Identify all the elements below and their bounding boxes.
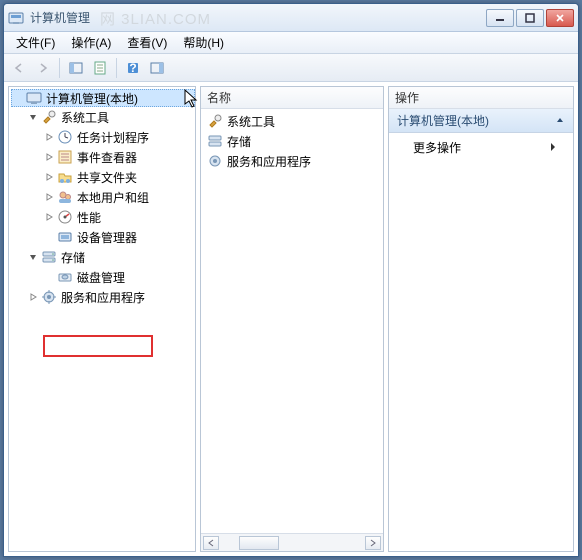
menu-file[interactable]: 文件(F)	[8, 32, 63, 53]
tree-local-users[interactable]: 本地用户和组	[43, 187, 195, 207]
collapse-icon	[555, 114, 565, 128]
scroll-right-button[interactable]	[365, 536, 381, 550]
tree-label: 设备管理器	[75, 229, 139, 246]
window-buttons	[486, 9, 574, 27]
action-body: 计算机管理(本地) 更多操作	[389, 109, 573, 551]
tree-root-label: 计算机管理(本地)	[44, 90, 140, 107]
collapse-icon[interactable]	[27, 251, 39, 263]
storage-icon	[207, 133, 223, 149]
close-button[interactable]	[546, 9, 574, 27]
expand-icon[interactable]	[43, 151, 55, 163]
tree-system-tools[interactable]: 系统工具	[27, 107, 195, 127]
folder-share-icon	[57, 169, 73, 185]
action-panel: 操作 计算机管理(本地) 更多操作	[388, 86, 574, 552]
tree-panel: 计算机管理(本地) 系统工具	[8, 86, 196, 552]
tree-label: 事件查看器	[75, 149, 139, 166]
tree-performance[interactable]: 性能	[43, 207, 195, 227]
titlebar[interactable]: 计算机管理 网 3LIAN.COM	[4, 4, 578, 32]
tree-shared-folders[interactable]: 共享文件夹	[43, 167, 195, 187]
tree-label: 共享文件夹	[75, 169, 139, 186]
forward-button[interactable]	[32, 57, 54, 79]
storage-icon	[41, 249, 57, 265]
tree-services-apps[interactable]: 服务和应用程序	[27, 287, 195, 307]
tree-label: 系统工具	[59, 109, 111, 126]
show-hide-tree-button[interactable]	[65, 57, 87, 79]
collapse-icon[interactable]	[27, 111, 39, 123]
highlight-annotation	[43, 335, 153, 357]
tree-label: 磁盘管理	[75, 269, 127, 286]
tree-disk-management[interactable]: 磁盘管理	[43, 267, 195, 287]
action-more-label: 更多操作	[413, 139, 461, 156]
menubar: 文件(F) 操作(A) 查看(V) 帮助(H)	[4, 32, 578, 54]
action-section-label: 计算机管理(本地)	[397, 112, 489, 129]
tools-icon	[41, 109, 57, 125]
event-icon	[57, 149, 73, 165]
menu-action[interactable]: 操作(A)	[63, 32, 119, 53]
chevron-right-icon	[549, 141, 557, 155]
body: 计算机管理(本地) 系统工具	[4, 82, 578, 556]
menu-view[interactable]: 查看(V)	[119, 32, 175, 53]
tools-icon	[207, 113, 223, 129]
show-action-pane-button[interactable]	[146, 57, 168, 79]
toolbar: ?	[4, 54, 578, 82]
expand-icon[interactable]	[43, 191, 55, 203]
tree-storage[interactable]: 存储	[27, 247, 195, 267]
list-header[interactable]: 名称	[201, 87, 383, 109]
tree-label: 存储	[59, 249, 87, 266]
tree-label: 本地用户和组	[75, 189, 151, 206]
services-icon	[41, 289, 57, 305]
console-tree[interactable]: 计算机管理(本地) 系统工具	[9, 89, 195, 307]
toolbar-separator	[116, 58, 117, 78]
list-panel: 名称 系统工具 存储 服务和应用程序	[200, 86, 384, 552]
help-button[interactable]: ?	[122, 57, 144, 79]
window-frame: 计算机管理 网 3LIAN.COM 文件(F) 操作(A) 查看(V) 帮助(H…	[3, 3, 579, 557]
expand-icon[interactable]	[43, 171, 55, 183]
svg-text:?: ?	[129, 61, 136, 75]
action-more[interactable]: 更多操作	[389, 133, 573, 162]
menu-help[interactable]: 帮助(H)	[175, 32, 232, 53]
properties-button[interactable]	[89, 57, 111, 79]
action-section-title[interactable]: 计算机管理(本地)	[389, 109, 573, 133]
scroll-thumb[interactable]	[239, 536, 279, 550]
tree-label: 服务和应用程序	[59, 289, 147, 306]
device-icon	[57, 229, 73, 245]
window-title: 计算机管理	[30, 9, 486, 26]
back-button[interactable]	[8, 57, 30, 79]
maximize-button[interactable]	[516, 9, 544, 27]
tree-root[interactable]: 计算机管理(本地)	[11, 89, 195, 107]
horizontal-scrollbar[interactable]	[201, 533, 383, 551]
clock-icon	[57, 129, 73, 145]
list-item-services-apps[interactable]: 服务和应用程序	[201, 151, 383, 171]
list-item-label: 系统工具	[227, 113, 275, 130]
computer-icon	[26, 90, 42, 106]
tree-body: 计算机管理(本地) 系统工具	[9, 87, 195, 551]
services-icon	[207, 153, 223, 169]
tree-label: 任务计划程序	[75, 129, 151, 146]
list-item-label: 存储	[227, 133, 251, 150]
tree-label: 性能	[75, 209, 103, 226]
scroll-left-button[interactable]	[203, 536, 219, 550]
action-header: 操作	[389, 87, 573, 109]
app-icon	[8, 10, 24, 26]
list-body[interactable]: 系统工具 存储 服务和应用程序	[201, 109, 383, 533]
action-header-label: 操作	[395, 89, 419, 106]
tree-device-manager[interactable]: 设备管理器	[43, 227, 195, 247]
disk-icon	[57, 269, 73, 285]
tree-task-scheduler[interactable]: 任务计划程序	[43, 127, 195, 147]
toolbar-separator	[59, 58, 60, 78]
list-item-storage[interactable]: 存储	[201, 131, 383, 151]
list-item-system-tools[interactable]: 系统工具	[201, 111, 383, 131]
column-name: 名称	[207, 89, 231, 106]
expand-icon[interactable]	[43, 131, 55, 143]
minimize-button[interactable]	[486, 9, 514, 27]
expand-icon[interactable]	[27, 291, 39, 303]
expand-icon[interactable]	[43, 211, 55, 223]
tree-event-viewer[interactable]: 事件查看器	[43, 147, 195, 167]
performance-icon	[57, 209, 73, 225]
users-icon	[57, 189, 73, 205]
list-item-label: 服务和应用程序	[227, 153, 311, 170]
